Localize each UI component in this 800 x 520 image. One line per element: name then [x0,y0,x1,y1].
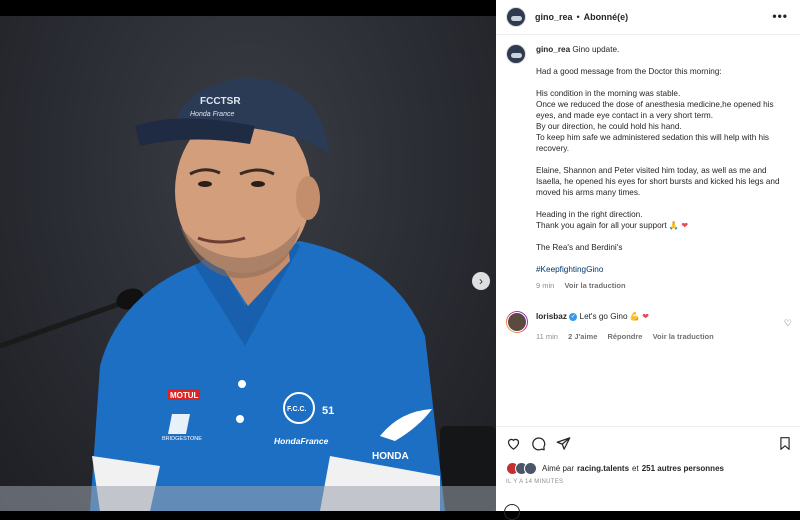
caption-line: His condition in the morning was stable. [536,89,681,98]
heart-outline-icon[interactable] [506,436,521,451]
caption-paragraph: Elaine, Shannon and Peter visited him to… [536,166,780,197]
number-logo-text: 51 [322,405,334,417]
likes-user-link[interactable]: racing.talents [577,464,629,473]
liker-avatars [506,462,537,475]
caption-signoff: The Rea's and Berdini's [536,243,623,252]
comment-emojis: 💪 ❤ [629,312,650,321]
post-caption: gino_rea Gino update. Had a good message… [506,44,796,291]
caption-hashtag-link[interactable]: #KeepfightingGino [536,264,791,275]
chevron-right-icon: › [479,274,483,288]
motul-logo-text: MOTUL [170,391,199,400]
author-username[interactable]: gino_rea [535,12,573,22]
cap-text-top: FCCTSR [200,96,241,107]
more-horizontal-icon[interactable]: ••• [772,9,788,23]
bridgestone-logo-text: BRIDGESTONE [162,436,202,442]
author-avatar[interactable] [506,7,526,27]
caption-line: Thank you again for all your support [536,221,667,230]
likes-summary[interactable]: Aimé par racing.talents et 251 autres pe… [506,462,727,475]
caption-line: Heading in the right direction. [536,210,643,219]
caption-emojis: 🙏 ❤ [668,221,689,230]
commenter-username[interactable]: lorisbaz [536,312,567,321]
honda-logo-text: HONDA [372,451,409,462]
follow-status-button[interactable]: Abonné(e) [584,12,629,22]
caption-translate-link[interactable]: Voir la traduction [564,281,625,290]
caption-meta: 9 min Voir la traduction [536,280,791,291]
paper-plane-icon[interactable] [556,436,571,451]
comment-text: Let's go Gino [579,312,628,321]
caption-line: Once we reduced the dose of anesthesia m… [536,100,774,120]
post-timestamp[interactable]: IL Y A 14 MINUTES [506,479,563,485]
fcc-logo-text: F.C.C. [287,406,307,413]
caption-paragraph: Had a good message from the Doctor this … [536,67,722,76]
header-separator: • [576,12,580,22]
likes-prefix: Aimé par [542,464,575,473]
verified-badge-icon: ✓ [569,312,578,321]
comment-reply-button[interactable]: Répondre [607,332,642,341]
comment-time[interactable]: 11 min [536,332,558,341]
action-bar [506,436,571,451]
caption-first-line: Gino update. [572,45,620,54]
post-photo[interactable]: FCCTSR Honda France MOTUL BRIDGESTONE F.… [0,16,496,511]
post-header: gino_rea • Abonné(e) ••• [496,0,800,35]
rider-photo-illustration: FCCTSR Honda France MOTUL BRIDGESTONE F.… [0,78,496,511]
caption-username[interactable]: gino_rea [536,45,570,54]
carousel-next-button[interactable]: › [472,272,490,290]
likes-others-link[interactable]: 251 autres personnes [642,464,724,473]
likes-connector: et [632,464,639,473]
caption-text: gino_rea Gino update. Had a good message… [536,44,791,291]
cap-text-bottom: Honda France [190,111,234,118]
bookmark-icon[interactable] [778,436,792,451]
comment-bubble-icon[interactable] [531,436,546,451]
post-actions-section: Aimé par racing.talents et 251 autres pe… [496,426,800,520]
emoji-picker-icon[interactable] [504,504,520,520]
caption-line: To keep him safe we administered sedatio… [536,133,770,153]
comment-likes-count[interactable]: 2 J'aime [568,332,597,341]
commenter-avatar[interactable] [506,311,528,333]
hondafrance-logo-text: HondaFrance [274,436,329,446]
caption-author-avatar[interactable] [506,44,526,64]
comment-item: lorisbaz ✓ Let's go Gino 💪 ❤ 11 min 2 J'… [506,311,796,342]
caption-line: By our direction, he could hold his hand… [536,122,682,131]
post-side-panel: gino_rea • Abonné(e) ••• gino_rea Gino u… [496,0,800,520]
comment-heart-outline-icon[interactable]: ♡ [784,318,792,329]
comment-translate-link[interactable]: Voir la traduction [653,332,714,341]
top-black-bar [0,0,496,16]
caption-time[interactable]: 9 min [536,281,554,290]
